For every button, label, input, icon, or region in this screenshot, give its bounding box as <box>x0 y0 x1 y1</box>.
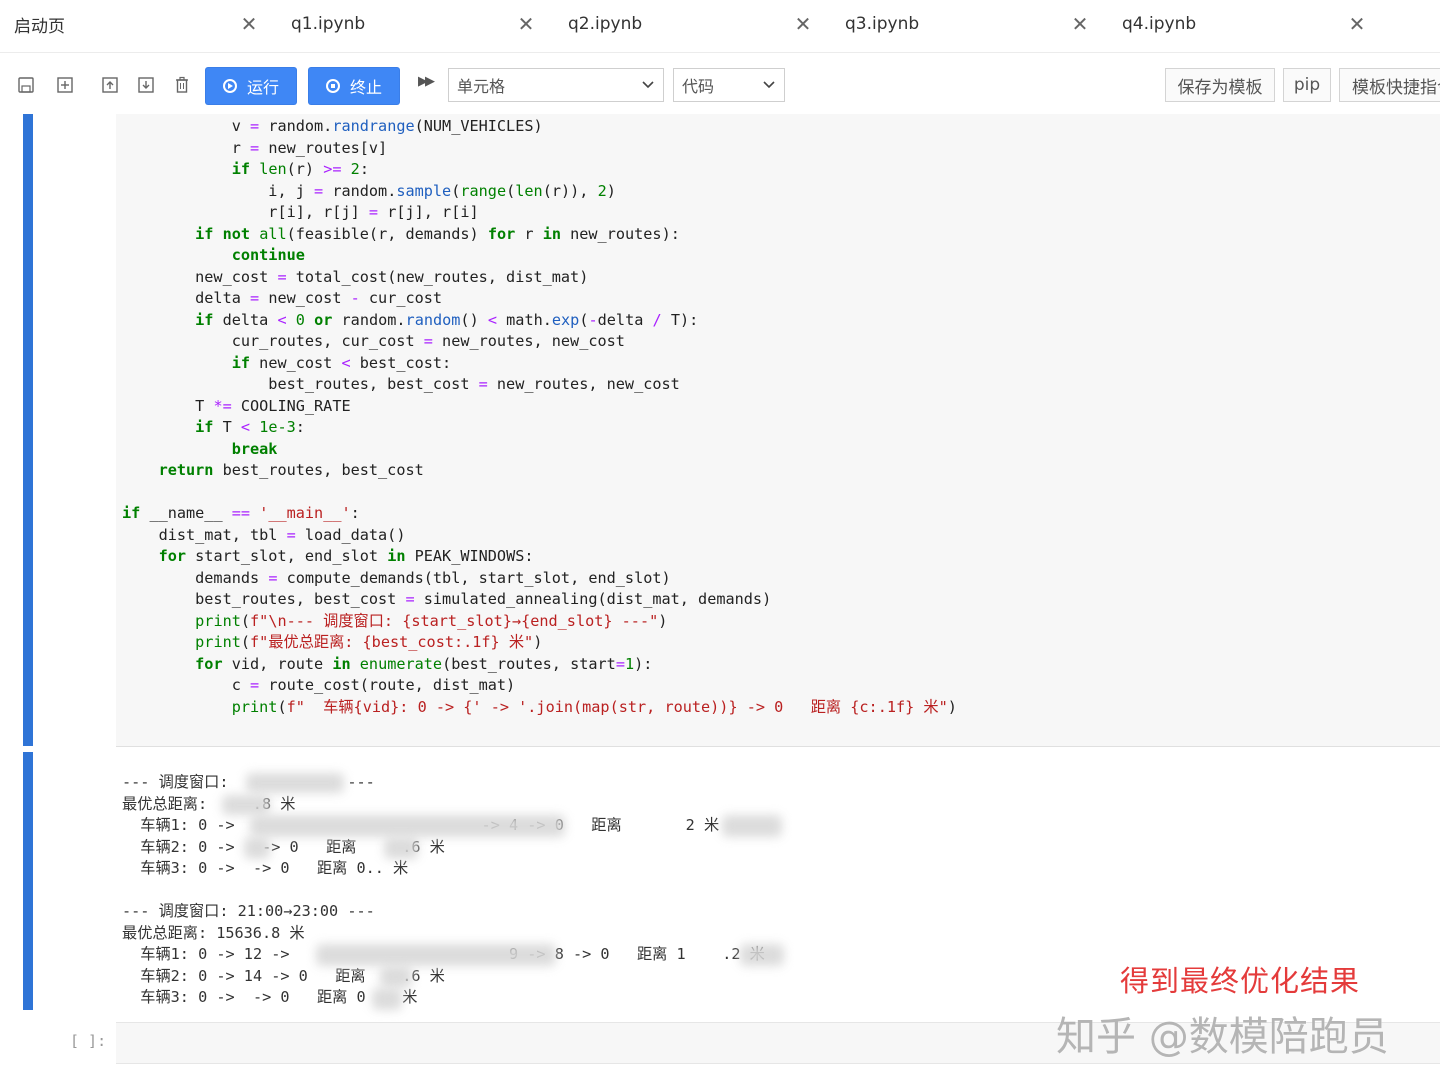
insert-cell-icon[interactable] <box>54 74 76 96</box>
result-annotation: 得到最终优化结果 <box>1120 964 1361 998</box>
code-line: v = random.randrange(NUM_VEHICLES) <box>122 117 543 135</box>
cell-type-select[interactable]: 代码 <box>673 68 785 102</box>
code-line: print(f" 车辆{vid}: 0 -> {' -> '.join(map(… <box>231 697 957 716</box>
code-line: i, j = random.sample(range(len(r)), 2) <box>122 181 616 200</box>
code-line: dist_mat, tbl = load_data() <box>122 525 406 544</box>
code-text[interactable]: v = random.randrange(NUM_VEHICLES) r = n… <box>122 116 957 718</box>
close-icon[interactable]: ✕ <box>1069 12 1091 36</box>
code-line: if delta < 0 or random.random() < math.e… <box>195 310 699 329</box>
tab-label: q2.ipynb <box>568 14 643 34</box>
output-line: 车辆3: 0 -> -> 0 距离 0.. 米 <box>122 859 409 877</box>
run-button-label: 运行 <box>246 78 279 97</box>
redaction-blur <box>246 773 344 793</box>
code-line: cur_routes, cur_cost = new_routes, new_c… <box>122 332 625 350</box>
code-line: T *= COOLING_RATE <box>122 396 351 415</box>
cell-select[interactable]: 单元格 <box>448 68 664 102</box>
code-line: if T < 1e-3: <box>195 418 305 436</box>
redaction-blur <box>722 815 782 837</box>
redaction-blur <box>222 795 270 815</box>
code-line: best_routes, best_cost = new_routes, new… <box>122 375 680 393</box>
move-down-icon[interactable] <box>135 74 157 96</box>
code-line: c = route_cost(route, dist_mat) <box>122 676 516 694</box>
redaction-blur <box>372 988 402 1010</box>
run-icon <box>222 79 237 93</box>
code-cell-editor[interactable]: v = random.randrange(NUM_VEHICLES) r = n… <box>116 114 1440 747</box>
tab-q4[interactable]: q4.ipynb ✕ <box>1108 0 1378 48</box>
output-line: --- 调度窗口: 21:00→23:00 --- <box>122 902 375 920</box>
tab-bar: 启动页 ✕ q1.ipynb ✕ q2.ipynb ✕ q3.ipynb ✕ q… <box>0 0 1440 53</box>
code-line: demands = compute_demands(tbl, start_slo… <box>122 568 671 587</box>
code-line: r[i], r[j] = r[j], r[i] <box>122 203 479 221</box>
code-cell-selection-bar <box>23 114 33 746</box>
chevron-down-icon <box>762 77 776 95</box>
chevron-down-icon <box>641 77 655 95</box>
redaction-blur <box>380 966 412 988</box>
run-all-icon[interactable]: ▶▶ <box>418 74 435 89</box>
code-line: new_cost = total_cost(new_routes, dist_m… <box>122 267 589 286</box>
redaction-blur <box>316 944 556 966</box>
tab-q2[interactable]: q2.ipynb ✕ <box>554 0 824 48</box>
code-line: delta = new_cost - cur_cost <box>122 289 443 307</box>
save-icon[interactable] <box>15 74 37 96</box>
tab-label: q4.ipynb <box>1122 14 1197 34</box>
tab-label: 启动页 <box>14 16 65 37</box>
tab-launcher[interactable]: 启动页 ✕ <box>0 0 270 48</box>
close-icon[interactable]: ✕ <box>1346 12 1368 36</box>
code-line: best_routes, best_cost = simulated_annea… <box>122 590 772 608</box>
stop-button-label: 终止 <box>349 78 382 97</box>
template-shortcut-button[interactable]: 模板快捷指令 <box>1339 68 1440 102</box>
delete-icon[interactable] <box>171 74 193 96</box>
stop-button[interactable]: 终止 <box>309 68 399 104</box>
redaction-blur <box>250 815 565 837</box>
run-button[interactable]: 运行 <box>206 68 296 104</box>
code-line: if __name__ == '__main__': <box>122 504 360 522</box>
cell-output: --- 调度窗口: --- 最优总距离: .8 米 车辆1: 0 -> -> 4… <box>122 772 765 1009</box>
code-line: if not all(feasible(r, demands) for r in… <box>195 224 680 243</box>
tab-q3[interactable]: q3.ipynb ✕ <box>831 0 1101 48</box>
code-line: for vid, route in enumerate(best_routes,… <box>195 654 653 673</box>
redaction-blur <box>384 837 418 859</box>
cell-select-value: 单元格 <box>457 77 506 96</box>
redaction-blur <box>740 944 784 966</box>
code-line: print(f"最优总距离: {best_cost:.1f} 米") <box>195 633 543 651</box>
cell-type-value: 代码 <box>682 77 715 96</box>
watermark: 知乎 @数模陪跑员 <box>1056 1014 1389 1060</box>
code-line: return best_routes, best_cost <box>158 461 424 479</box>
redaction-blur <box>244 837 270 859</box>
stop-icon <box>325 79 340 93</box>
code-line: if new_cost < best_cost: <box>231 353 452 372</box>
code-line: break <box>231 439 278 458</box>
close-icon[interactable]: ✕ <box>515 12 537 36</box>
move-up-icon[interactable] <box>99 74 121 96</box>
close-icon[interactable]: ✕ <box>238 12 260 36</box>
tab-label: q1.ipynb <box>291 14 366 34</box>
code-line: r = new_routes[v] <box>122 138 388 157</box>
close-icon[interactable]: ✕ <box>792 12 814 36</box>
code-line: for start_slot, end_slot in PEAK_WINDOWS… <box>158 547 534 565</box>
output-line: 最优总距离: 15636.8 米 <box>122 923 305 942</box>
toolbar: 运行 终止 ▶▶ 单元格 代码 保存为模板 pip 模板快捷指令 <box>0 58 1440 114</box>
save-as-template-button[interactable]: 保存为模板 <box>1165 68 1275 102</box>
cell-prompt: [ ]: <box>70 1032 107 1050</box>
pip-button[interactable]: pip <box>1283 68 1331 102</box>
code-line: if len(r) >= 2: <box>231 160 369 178</box>
code-line: continue <box>231 246 305 264</box>
tab-label: q3.ipynb <box>845 14 920 34</box>
tab-q1[interactable]: q1.ipynb ✕ <box>277 0 547 48</box>
output-cell-selection-bar <box>23 752 33 1010</box>
code-line: print(f"\n--- 调度窗口: {start_slot}→{end_sl… <box>195 611 668 630</box>
